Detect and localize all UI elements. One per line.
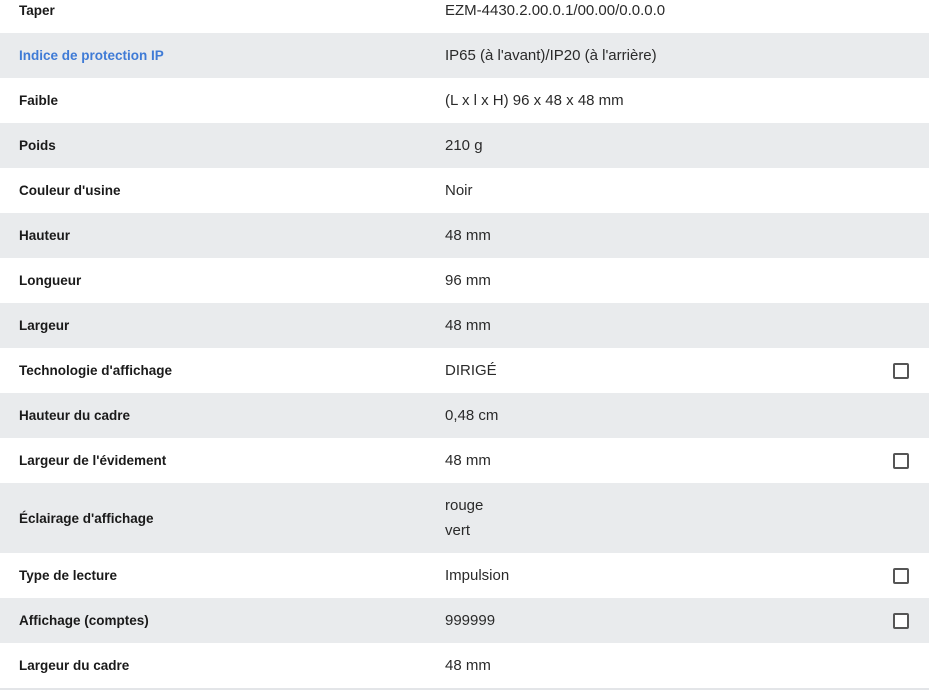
spec-row-ip-rating: Indice de protection IP IP65 (à l'avant)… [0, 33, 929, 78]
spec-row-frame-height: Hauteur du cadre 0,48 cm [0, 393, 929, 438]
spec-value: 48 mm [445, 657, 491, 674]
spec-label: Affichage (comptes) [19, 613, 149, 628]
spec-value: (L x l x H) 96 x 48 x 48 mm [445, 92, 624, 109]
spec-value: rouge vert [445, 493, 483, 543]
spec-value: Impulsion [445, 567, 510, 584]
spec-value-line: rouge [445, 497, 484, 514]
compare-checkbox[interactable] [893, 612, 909, 629]
spec-label: Type de lecture [19, 568, 118, 583]
compare-checkbox[interactable] [893, 362, 909, 379]
spec-label: Couleur d'usine [19, 183, 121, 198]
spec-value: 48 mm [445, 317, 491, 334]
spec-row-taper: Taper EZM-4430.2.00.0.1/00.00/0.0.0.0 [0, 0, 929, 33]
spec-label: Poids [19, 138, 56, 153]
spec-row-reading-type: Type de lecture Impulsion [0, 553, 929, 598]
spec-label-link[interactable]: Indice de protection IP [0, 48, 445, 63]
spec-value: 0,48 cm [445, 407, 499, 424]
spec-row-color: Couleur d'usine Noir [0, 168, 929, 213]
spec-value: IP65 (à l'avant)/IP20 (à l'arrière) [445, 47, 657, 64]
spec-row-dimensions: Faible (L x l x H) 96 x 48 x 48 mm [0, 78, 929, 123]
spec-row-cutout-width: Largeur de l'évidement 48 mm [0, 438, 929, 483]
spec-label: Largeur du cadre [19, 658, 130, 673]
spec-label: Longueur [19, 273, 82, 288]
spec-value: 48 mm [445, 452, 491, 469]
spec-value: 999999 [445, 612, 496, 629]
spec-label: Éclairage d'affichage [19, 510, 154, 526]
spec-value: DIRIGÉ [445, 362, 497, 379]
spec-label: Largeur [19, 318, 70, 333]
spec-label: Hauteur [19, 228, 71, 243]
spec-row-display-technology: Technologie d'affichage DIRIGÉ [0, 348, 929, 393]
spec-row-display-lighting: Éclairage d'affichage rouge vert [0, 483, 929, 553]
compare-checkbox[interactable] [893, 452, 909, 469]
spec-label: Largeur de l'évidement [19, 453, 167, 468]
spec-row-display-counts: Affichage (comptes) 999999 [0, 598, 929, 643]
compare-checkbox[interactable] [893, 567, 909, 584]
spec-label: Technologie d'affichage [19, 363, 172, 378]
spec-label: Hauteur du cadre [19, 408, 131, 423]
spec-value: 96 mm [445, 272, 491, 289]
spec-row-weight: Poids 210 g [0, 123, 929, 168]
spec-table: Taper EZM-4430.2.00.0.1/00.00/0.0.0.0 In… [0, 0, 929, 688]
spec-value: 48 mm [445, 227, 491, 244]
spec-value: Noir [445, 182, 473, 199]
spec-row-width: Largeur 48 mm [0, 303, 929, 348]
spec-row-frame-width: Largeur du cadre 48 mm [0, 643, 929, 688]
spec-value-line: vert [445, 522, 471, 539]
spec-value: EZM-4430.2.00.0.1/00.00/0.0.0.0 [445, 2, 666, 19]
spec-row-length: Longueur 96 mm [0, 258, 929, 303]
spec-label: Taper [19, 3, 55, 18]
spec-label: Faible [19, 93, 59, 108]
spec-value: 210 g [445, 137, 483, 154]
spec-row-height: Hauteur 48 mm [0, 213, 929, 258]
